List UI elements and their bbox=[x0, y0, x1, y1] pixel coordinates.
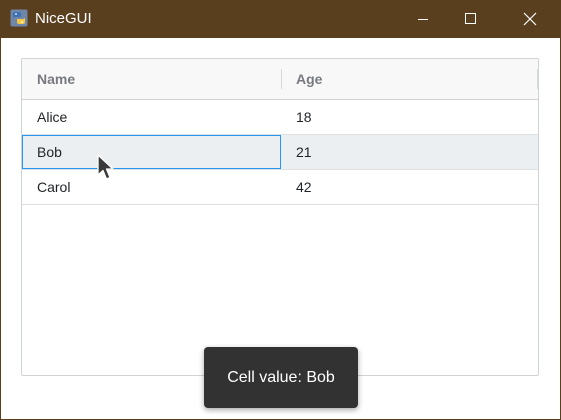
minimize-button[interactable] bbox=[400, 0, 446, 38]
toast-message: Cell value: Bob bbox=[227, 368, 335, 386]
cell-name[interactable]: Bob bbox=[37, 135, 62, 169]
maximize-icon bbox=[465, 13, 476, 24]
cell-name[interactable]: Alice bbox=[37, 100, 67, 134]
cell-age[interactable]: 42 bbox=[296, 170, 312, 204]
maximize-button[interactable] bbox=[448, 0, 494, 38]
close-button[interactable] bbox=[507, 0, 553, 38]
close-icon bbox=[523, 12, 537, 26]
app-window: NiceGUI Name Age Alice 18 Bob 21 Carol 4… bbox=[0, 0, 561, 420]
window-title: NiceGUI bbox=[35, 10, 92, 27]
cell-age[interactable]: 18 bbox=[296, 100, 312, 134]
notification-toast: Cell value: Bob bbox=[204, 347, 358, 408]
python-logo-icon bbox=[10, 9, 28, 27]
data-grid[interactable]: Name Age Alice 18 Bob 21 Carol 42 bbox=[21, 58, 539, 376]
cell-age[interactable]: 21 bbox=[296, 135, 312, 169]
minimize-icon bbox=[418, 19, 428, 20]
column-resize-handle[interactable] bbox=[281, 69, 282, 89]
table-row[interactable]: Alice 18 bbox=[22, 100, 538, 135]
cell-name[interactable]: Carol bbox=[37, 170, 70, 204]
window-content: Name Age Alice 18 Bob 21 Carol 42 Cell v… bbox=[1, 38, 560, 419]
column-header-age[interactable]: Age bbox=[296, 59, 322, 99]
column-resize-handle[interactable] bbox=[537, 69, 538, 89]
grid-header: Name Age bbox=[22, 59, 538, 100]
title-bar[interactable]: NiceGUI bbox=[0, 0, 561, 38]
column-header-name[interactable]: Name bbox=[37, 59, 75, 99]
mouse-pointer-icon bbox=[97, 154, 114, 180]
